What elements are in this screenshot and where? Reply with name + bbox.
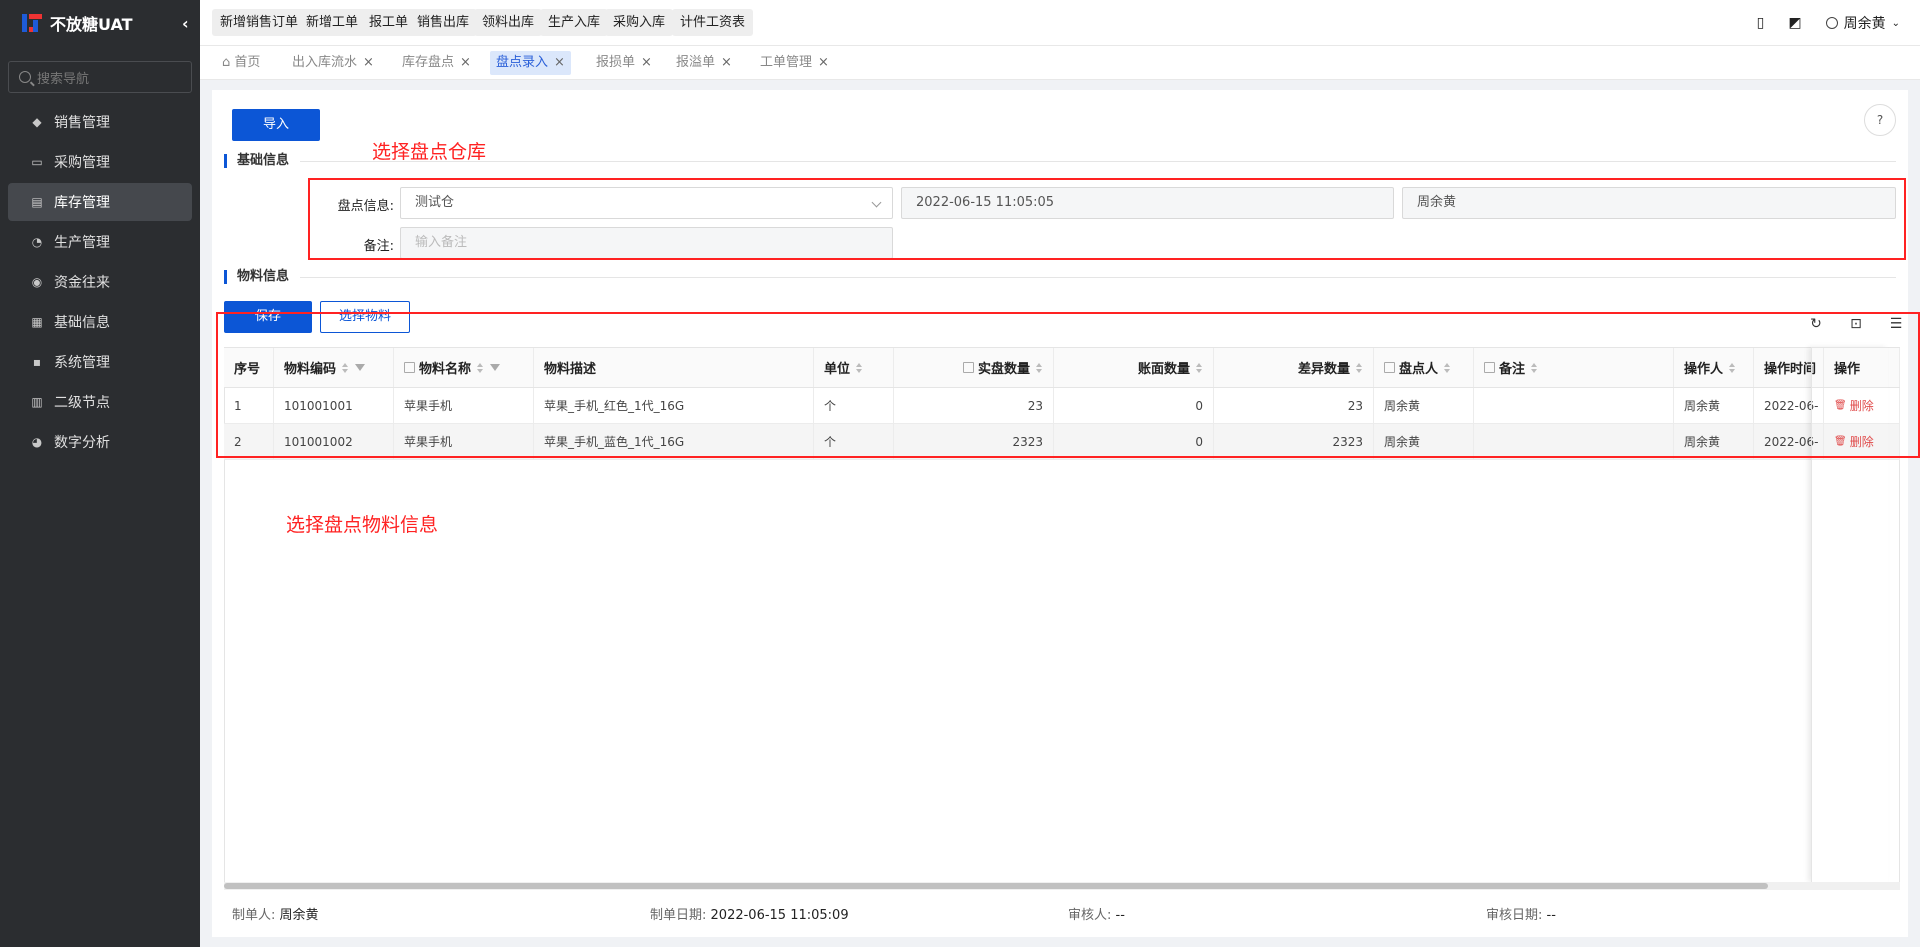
creator-value: 周余黄 xyxy=(279,908,319,923)
footer-date: 制单日期: 2022-06-15 11:05:09 xyxy=(650,904,849,923)
tab-label: 盘点录入 xyxy=(496,55,549,70)
sidebar-item[interactable]: ◉ 资金往来 xyxy=(8,263,192,301)
tab[interactable]: 出入库流水 × xyxy=(286,51,380,75)
pie-icon: ◕ xyxy=(31,435,43,449)
date-label: 制单日期: xyxy=(650,908,707,923)
home-icon: ⌂ xyxy=(222,55,235,70)
nav-search-input[interactable]: 搜索导航 xyxy=(8,61,192,93)
divider xyxy=(300,277,1896,278)
footer-auditor: 审核人: -- xyxy=(1068,904,1125,923)
material-info-title: 物料信息 xyxy=(224,270,289,284)
app-title: 不放糖UAT xyxy=(50,15,133,34)
footer-audit-date: 审核日期: -- xyxy=(1486,904,1556,923)
close-icon[interactable]: × xyxy=(818,55,829,70)
money-icon: ◉ xyxy=(31,275,43,289)
audit-date-label: 审核日期: xyxy=(1486,908,1543,923)
top-bar: 新增销售订单 新增工单 报工单 销售出库 领料出库 生产入库 采购入库 计件工资表 ▯ ◩ 周… xyxy=(200,0,1920,46)
sidebar-item-label: 库存管理 xyxy=(54,195,110,211)
sidebar-item[interactable]: ◆ 销售管理 xyxy=(8,103,192,141)
search-icon xyxy=(19,71,31,83)
import-button[interactable]: 导入 xyxy=(232,109,320,141)
quick-action-button[interactable]: 计件工资表 xyxy=(672,9,754,36)
sidebar-item[interactable]: ▦ 基础信息 xyxy=(8,303,192,341)
quick-action-button[interactable]: 采购入库 xyxy=(605,9,674,36)
sidebar-item[interactable]: ▪ 系统管理 xyxy=(8,343,192,381)
user-icon xyxy=(1825,17,1838,29)
close-icon[interactable]: × xyxy=(721,55,732,70)
cart-icon: ▭ xyxy=(31,155,43,169)
sidebar-item-label: 系统管理 xyxy=(54,355,110,371)
tab[interactable]: 报溢单 × xyxy=(670,51,738,75)
tab-label: 报损单 xyxy=(596,55,636,70)
tab-bar: ⌂ 首页 出入库流水 × 库存盘点 × 盘点录入 × 报损单 × 报溢单 × 工单管理 × xyxy=(200,46,1920,80)
tab-label: 首页 xyxy=(234,55,261,70)
collapse-sidebar-icon[interactable]: ‹ xyxy=(182,14,189,33)
apps-icon: ▪ xyxy=(32,355,42,369)
tab[interactable]: 盘点录入 × xyxy=(490,51,571,75)
mobile-icon[interactable]: ▯ xyxy=(1757,15,1765,31)
divider xyxy=(300,161,1896,162)
sidebar-item-label: 数字分析 xyxy=(54,435,110,451)
annotation-box-warehouse xyxy=(308,178,1906,260)
sidebar-item-label: 生产管理 xyxy=(54,235,110,251)
audit-date-value: -- xyxy=(1546,908,1556,923)
scrollbar-thumb[interactable] xyxy=(224,883,1768,889)
chevron-down-icon: ⌄ xyxy=(1891,17,1900,29)
tab-label: 工单管理 xyxy=(760,55,813,70)
tab-label: 库存盘点 xyxy=(402,55,455,70)
sidebar-item[interactable]: ▤ 库存管理 xyxy=(8,183,192,221)
doc-icon: ▥ xyxy=(31,395,43,409)
close-icon[interactable]: × xyxy=(363,55,374,70)
auditor-label: 审核人: xyxy=(1068,908,1112,923)
creator-label: 制单人: xyxy=(232,908,276,923)
tab[interactable]: 工单管理 × xyxy=(754,51,835,75)
close-icon[interactable]: × xyxy=(460,55,471,70)
nav-search-placeholder: 搜索导航 xyxy=(37,71,90,87)
tab[interactable]: 报损单 × xyxy=(590,51,658,75)
sidebar-item-label: 采购管理 xyxy=(54,155,110,171)
auditor-value: -- xyxy=(1115,908,1125,923)
sidebar-item-label: 二级节点 xyxy=(54,395,110,411)
tab-label: 出入库流水 xyxy=(292,55,358,70)
date-value: 2022-06-15 11:05:09 xyxy=(710,908,849,923)
quick-action-button[interactable]: 领料出库 xyxy=(474,9,543,36)
sidebar-item-label: 基础信息 xyxy=(54,315,110,331)
tag-icon: ◆ xyxy=(32,115,42,129)
sidebar-item-label: 资金往来 xyxy=(54,275,110,291)
factory-icon: ◔ xyxy=(31,235,43,249)
main-card: 导入 ? 基础信息 选择盘点仓库 盘点信息: 测试仓 2022-06-15 11… xyxy=(212,90,1920,937)
quick-action-button[interactable]: 新增工单 xyxy=(298,9,367,36)
box-icon: ▤ xyxy=(31,195,43,209)
tab[interactable]: ⌂ 首页 xyxy=(216,51,266,75)
logo-icon xyxy=(20,11,44,35)
footer-creator: 制单人: 周余黄 xyxy=(232,904,319,923)
quick-action-button[interactable]: 生产入库 xyxy=(540,9,609,36)
quick-action-button[interactable]: 销售出库 xyxy=(409,9,478,36)
user-name: 周余黄 xyxy=(1843,16,1886,32)
tab[interactable]: 库存盘点 × xyxy=(396,51,477,75)
annotation-material: 选择盘点物料信息 xyxy=(286,514,439,536)
annotation-box-material xyxy=(216,312,1920,458)
annotation-warehouse: 选择盘点仓库 xyxy=(372,141,487,163)
close-icon[interactable]: × xyxy=(641,55,652,70)
horizontal-scrollbar[interactable] xyxy=(224,882,1900,890)
help-icon[interactable]: ? xyxy=(1864,104,1896,136)
quick-action-button[interactable]: 新增销售订单 xyxy=(212,9,307,36)
quick-action-button[interactable]: 报工单 xyxy=(361,9,417,36)
close-icon[interactable]: × xyxy=(554,55,565,70)
sidebar-item[interactable]: ▥ 二级节点 xyxy=(8,383,192,421)
basic-info-title: 基础信息 xyxy=(224,154,289,168)
sidebar-item[interactable]: ▭ 采购管理 xyxy=(8,143,192,181)
app-logo[interactable]: 不放糖UAT ‹ xyxy=(0,0,200,46)
sidebar-item-label: 销售管理 xyxy=(54,115,110,131)
sidebar-item[interactable]: ◕ 数字分析 xyxy=(8,423,192,461)
tab-label: 报溢单 xyxy=(676,55,716,70)
chart-icon[interactable]: ◩ xyxy=(1788,15,1801,31)
info-icon: ▦ xyxy=(31,315,43,329)
user-menu[interactable]: 周余黄 ⌄ xyxy=(1825,13,1900,33)
sidebar: 不放糖UAT ‹ 搜索导航 ◆ 销售管理 ▭ 采购管理 ▤ 库存管理 ◔ 生产管理 ◉ 资金往来 ▦… xyxy=(0,0,200,947)
sidebar-item[interactable]: ◔ 生产管理 xyxy=(8,223,192,261)
